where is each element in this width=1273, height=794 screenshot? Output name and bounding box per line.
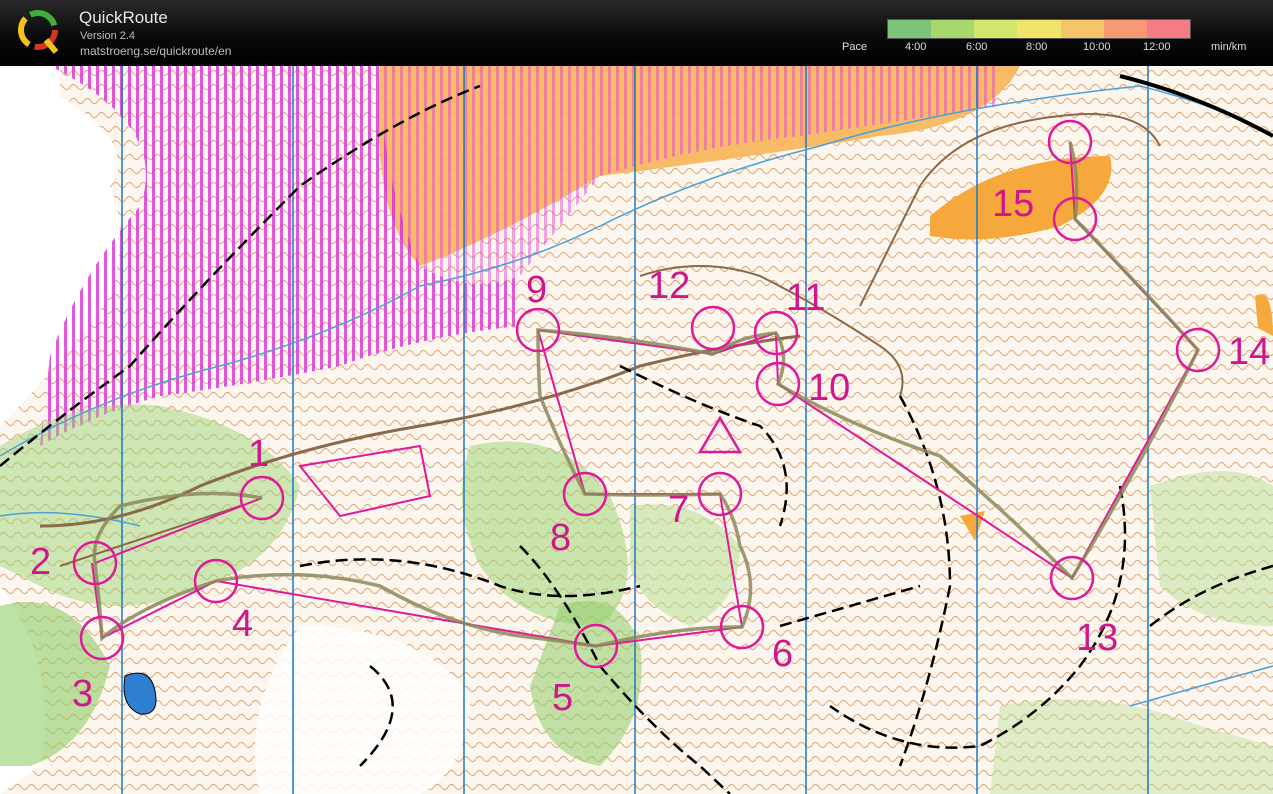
control-number-12: 12 <box>648 265 690 307</box>
pace-tick: 4:00 <box>905 41 927 53</box>
control-number-7: 7 <box>668 489 689 531</box>
pace-color-scale <box>887 19 1191 39</box>
control-number-5: 5 <box>552 677 573 719</box>
pace-scale-segment <box>1060 20 1104 38</box>
orienteering-map[interactable]: 1 2 3 4 5 6 7 8 9 10 11 12 13 14 15 <box>0 66 1273 794</box>
control-number-1: 1 <box>248 433 269 475</box>
pace-scale-segment <box>888 20 932 38</box>
pace-scale-segment <box>1017 20 1061 38</box>
control-number-11: 11 <box>786 277 825 319</box>
control-number-10: 10 <box>808 367 850 409</box>
map-canvas[interactable]: 1 2 3 4 5 6 7 8 9 10 11 12 13 14 15 <box>0 66 1273 794</box>
control-number-2: 2 <box>30 541 51 583</box>
quickroute-logo <box>18 10 59 54</box>
control-number-15: 15 <box>992 183 1034 225</box>
control-number-4: 4 <box>232 603 253 645</box>
app-title: QuickRoute <box>79 8 168 27</box>
pace-tick: 8:00 <box>1026 41 1048 53</box>
control-number-8: 8 <box>550 517 571 559</box>
pace-scale-segment <box>1146 20 1190 38</box>
pace-tick: 6:00 <box>966 41 988 53</box>
control-number-6: 6 <box>772 633 793 675</box>
pace-scale-segment <box>931 20 975 38</box>
control-number-13: 13 <box>1076 617 1118 659</box>
pace-scale-segment <box>974 20 1018 38</box>
control-number-14: 14 <box>1228 331 1270 373</box>
app-version: Version 2.4 <box>80 30 136 42</box>
pace-tick: 10:00 <box>1083 41 1111 53</box>
control-number-9: 9 <box>526 269 547 311</box>
app-header: QuickRoute Version 2.4 matstroeng.se/qui… <box>0 0 1273 66</box>
pace-unit: min/km <box>1211 41 1247 53</box>
pace-scale-segment <box>1103 20 1147 38</box>
app-url[interactable]: matstroeng.se/quickroute/en <box>80 44 231 58</box>
pace-tick: 12:00 <box>1143 41 1171 53</box>
control-number-3: 3 <box>72 673 93 715</box>
pace-label: Pace <box>842 41 868 53</box>
